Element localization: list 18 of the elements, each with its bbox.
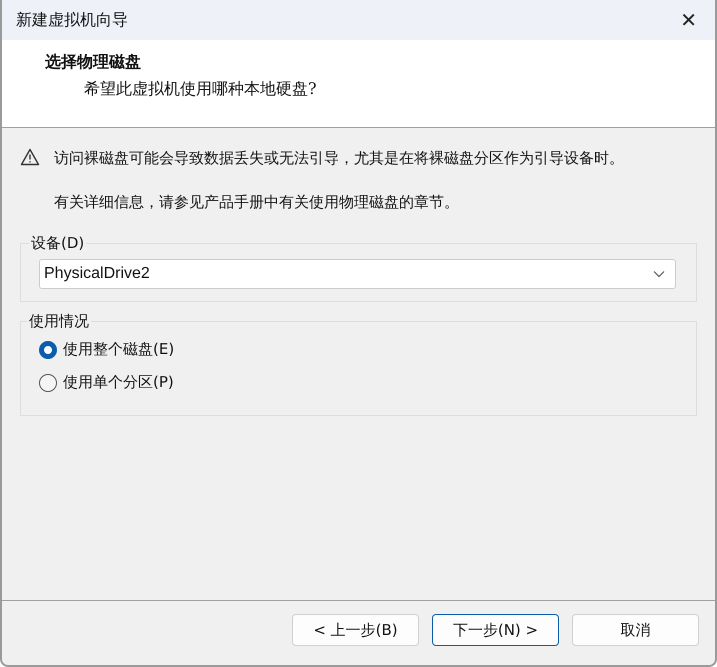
close-button[interactable]: ✕ xyxy=(676,8,701,32)
warning-icon xyxy=(20,148,40,166)
device-dropdown[interactable]: PhysicalDrive2 xyxy=(39,259,676,289)
radio-button[interactable] xyxy=(39,340,57,358)
page-heading: 选择物理磁盘 xyxy=(45,52,142,73)
dialog-button[interactable]: 取消 xyxy=(572,614,699,646)
radio-label[interactable]: 使用单个分区(P) xyxy=(63,373,174,392)
group-label: 使用情况 xyxy=(28,312,90,331)
info-text: 有关详细信息，请参见产品手册中有关使用物理磁盘的章节。 xyxy=(54,192,460,213)
chevron-down-icon xyxy=(653,270,665,278)
page-subtitle: 希望此虚拟机使用哪种本地硬盘? xyxy=(84,79,318,100)
radio-button[interactable] xyxy=(39,374,57,392)
warning-text: 访问裸磁盘可能会导致数据丢失或无法引导，尤其是在将裸磁盘分区作为引导设备时。 xyxy=(54,148,624,169)
dialog-button[interactable]: < 上一步(B) xyxy=(292,614,419,646)
dialog-button[interactable]: 下一步(N) > xyxy=(432,614,559,646)
radio-label[interactable]: 使用整个磁盘(E) xyxy=(63,340,174,359)
window-title: 新建虚拟机向导 xyxy=(16,10,128,30)
group-label: 设备(D) xyxy=(30,234,86,253)
